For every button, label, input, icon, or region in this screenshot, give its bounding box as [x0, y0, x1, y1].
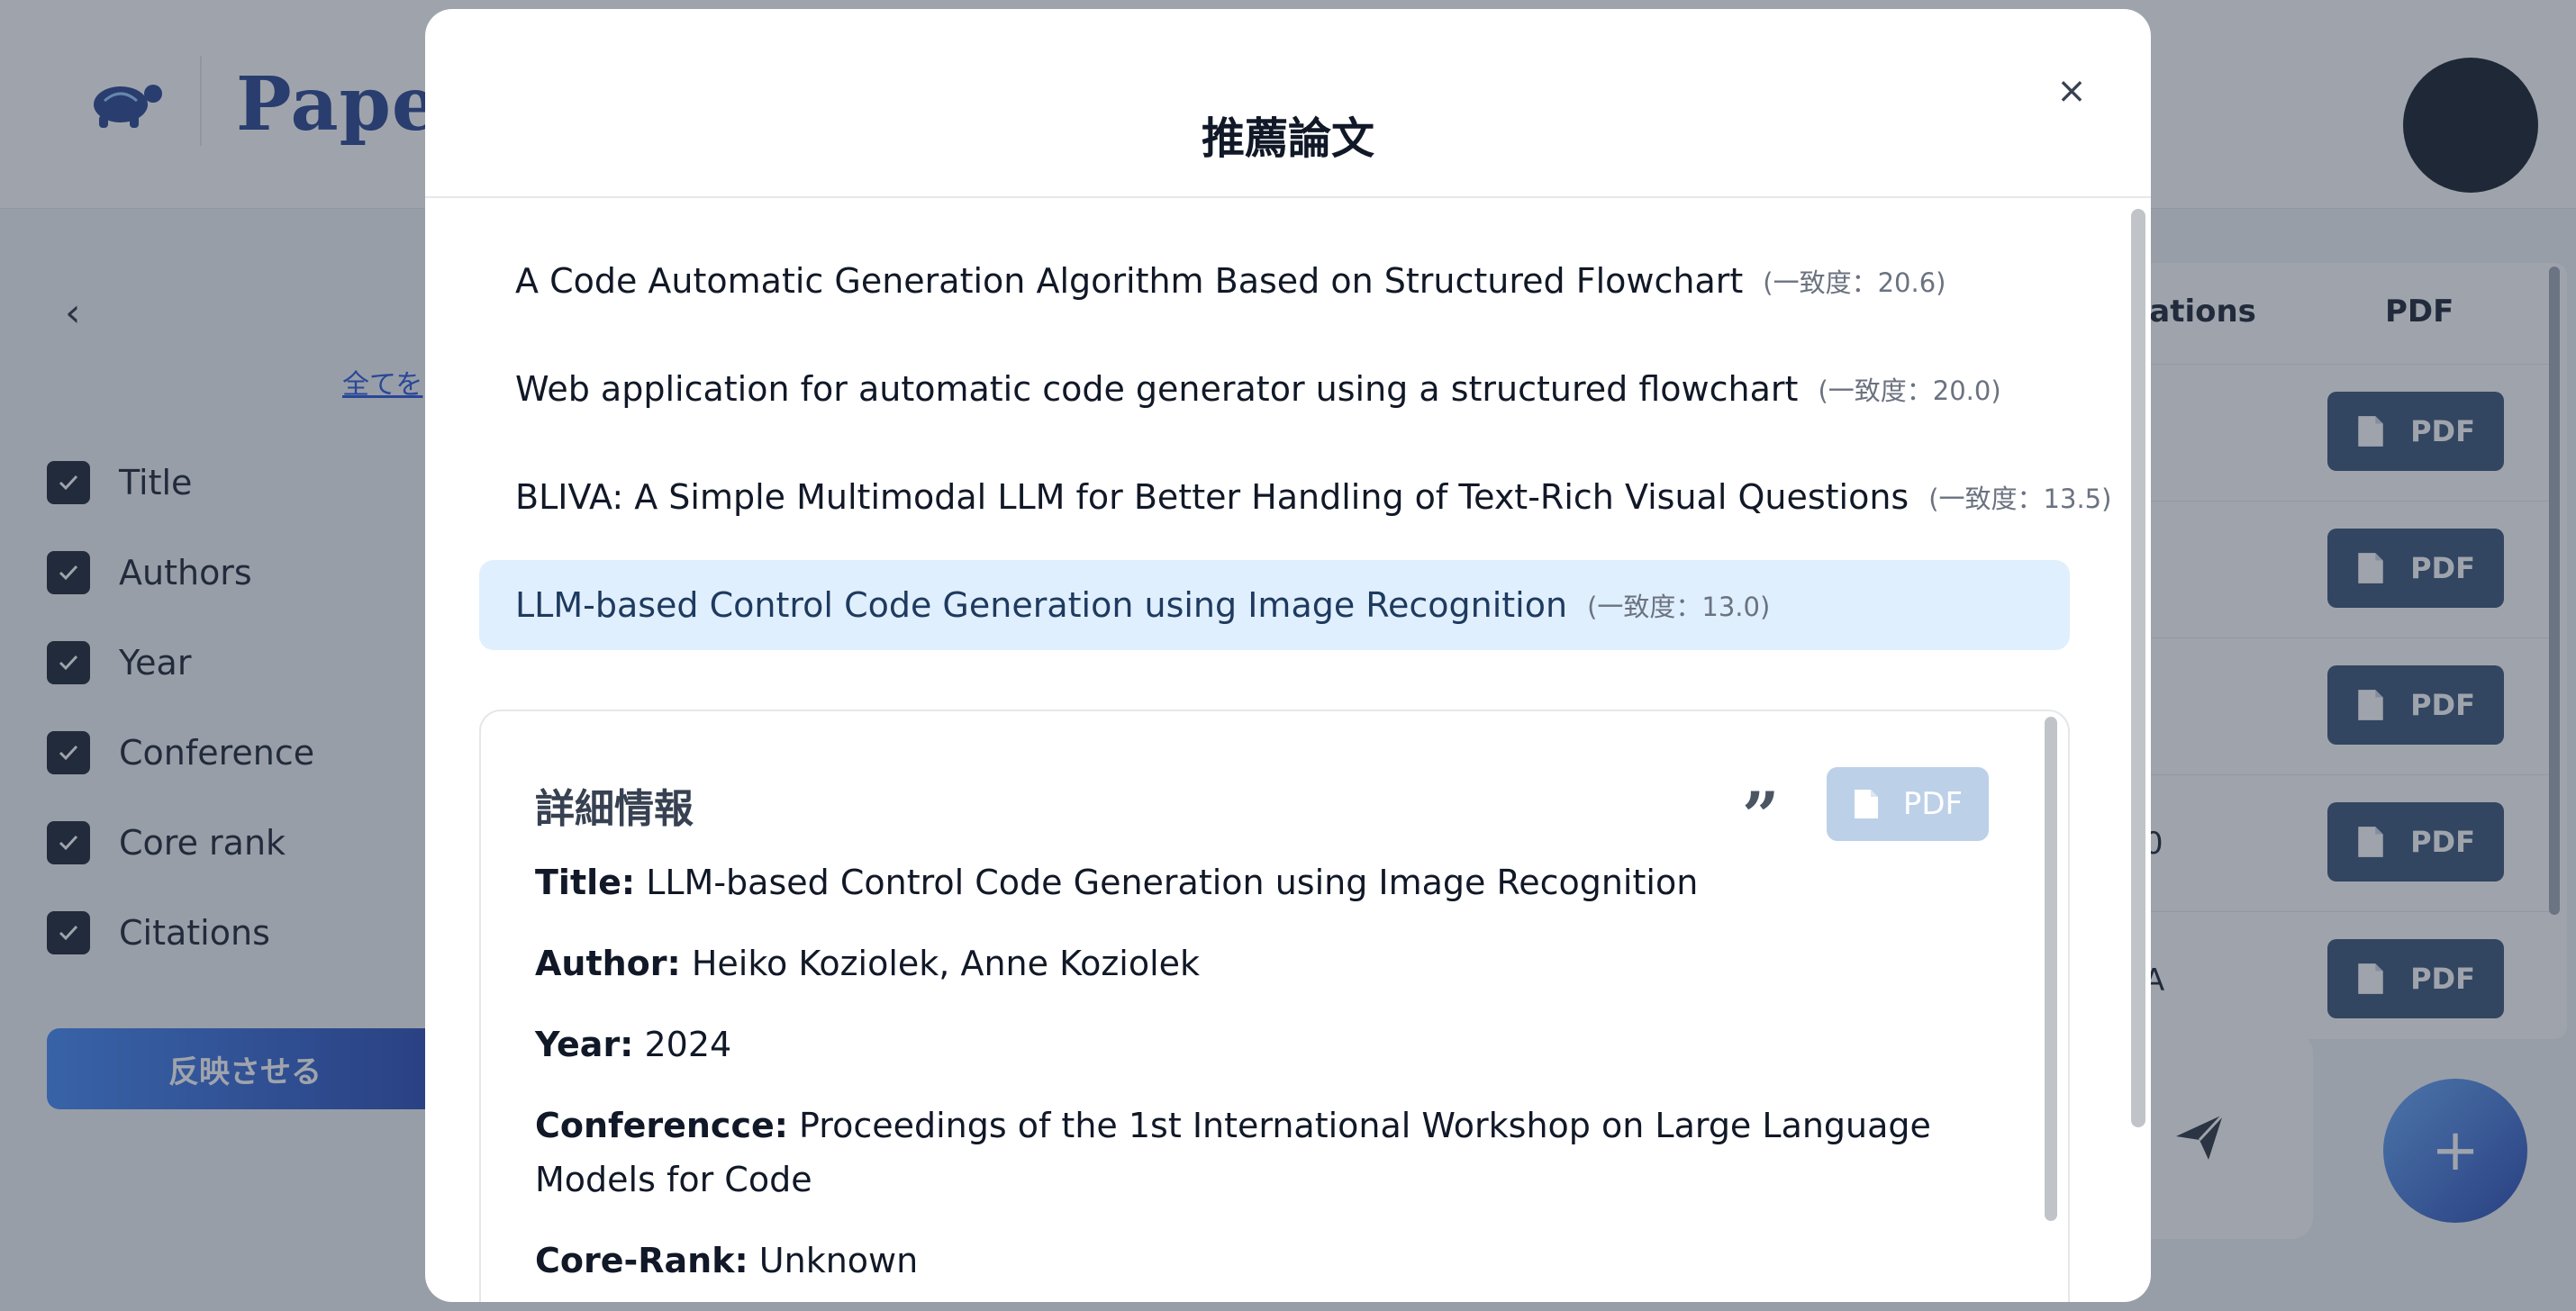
paper-title: Web application for automatic code gener… — [515, 369, 1799, 409]
quote-icon[interactable]: ” — [1742, 783, 1779, 848]
field-value: 2024 — [644, 1025, 732, 1064]
detail-field-core-rank: Core-Rank: Unknown — [535, 1234, 2030, 1288]
detail-pdf-button[interactable]: PDF — [1827, 767, 1989, 841]
modal-header: 推薦論文 × — [425, 9, 2151, 198]
paper-match-score: (一致度：13.0) — [1587, 592, 1771, 622]
field-label: Title: — [535, 863, 636, 902]
field-value: LLM-based Control Code Generation using … — [646, 863, 1699, 902]
recommended-paper-item[interactable]: BLIVA: A Simple Multimodal LLM for Bette… — [479, 452, 2111, 542]
field-label: Author: — [535, 944, 681, 983]
close-icon[interactable]: × — [2054, 70, 2090, 112]
paper-match-score: (一致度：20.6) — [1763, 267, 1946, 298]
paper-match-score: (一致度：13.5) — [1928, 484, 2112, 514]
field-label: Conferencce: — [535, 1106, 788, 1145]
field-value: Unknown — [758, 1241, 919, 1280]
paper-detail-card: 詳細情報 ” PDF Title: LLM-based Control Code… — [479, 710, 2070, 1302]
detail-scrollbar[interactable] — [2045, 717, 2057, 1221]
recommended-paper-item[interactable]: Web application for automatic code gener… — [479, 344, 2070, 434]
field-label: Core-Rank: — [535, 1241, 748, 1280]
recommended-papers-modal: 推薦論文 × A Code Automatic Generation Algor… — [425, 9, 2151, 1302]
recommended-paper-item[interactable]: A Code Automatic Generation Algorithm Ba… — [479, 236, 2070, 326]
recommended-paper-item-selected[interactable]: LLM-based Control Code Generation using … — [479, 560, 2070, 650]
modal-title: 推薦論文 — [1201, 113, 1374, 164]
modal-scrollbar[interactable] — [2131, 209, 2145, 1127]
paper-title: BLIVA: A Simple Multimodal LLM for Bette… — [515, 477, 1909, 517]
detail-field-conference: Conferencce: Proceedings of the 1st Inte… — [535, 1099, 2030, 1207]
detail-field-author: Author: Heiko Koziolek, Anne Koziolek — [535, 936, 2030, 990]
detail-heading: 詳細情報 — [535, 786, 694, 832]
paper-title: LLM-based Control Code Generation using … — [515, 585, 1568, 625]
field-value: Heiko Koziolek, Anne Koziolek — [691, 944, 1201, 983]
paper-title: A Code Automatic Generation Algorithm Ba… — [515, 261, 1744, 301]
pdf-file-icon — [1854, 790, 1878, 818]
field-label: Year: — [535, 1025, 634, 1064]
detail-field-year: Year: 2024 — [535, 1017, 2030, 1071]
detail-pdf-label: PDF — [1902, 786, 1964, 822]
paper-match-score: (一致度：20.0) — [1818, 375, 2001, 406]
modal-body: A Code Automatic Generation Algorithm Ba… — [425, 200, 2126, 1302]
detail-field-title: Title: LLM-based Control Code Generation… — [535, 855, 2030, 909]
